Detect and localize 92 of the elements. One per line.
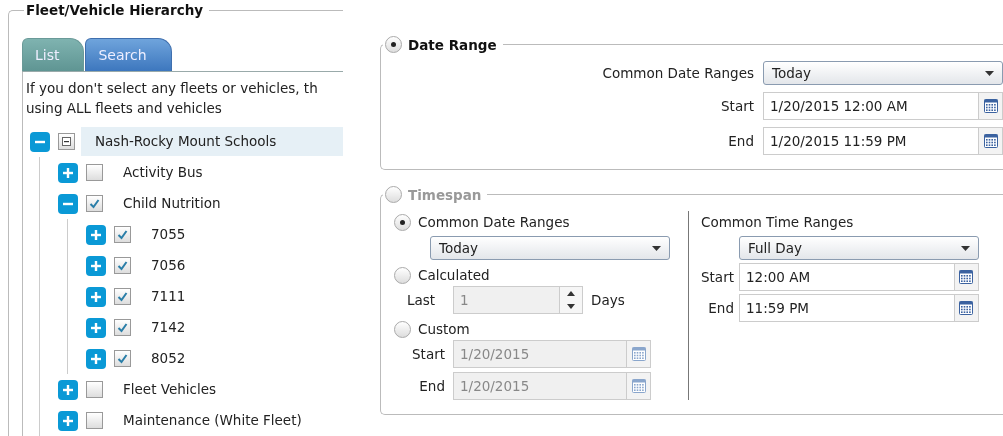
checkbox[interactable] — [114, 288, 131, 305]
calendar-icon — [631, 347, 646, 361]
checkbox[interactable] — [114, 226, 131, 243]
calendar-button[interactable] — [954, 295, 978, 321]
option-label: Calculated — [418, 267, 490, 283]
caret-icon — [652, 245, 661, 251]
field-label: Common Date Ranges — [601, 65, 754, 81]
checkbox[interactable] — [86, 381, 103, 398]
expand-button[interactable] — [86, 348, 106, 369]
field-label: Common Time Ranges — [701, 213, 855, 232]
collapse-button[interactable] — [58, 193, 78, 214]
field-label: End — [418, 378, 445, 394]
notice-text: using ALL fleets and vehicles — [26, 99, 223, 118]
down-arrow-icon — [567, 304, 575, 309]
tree-item[interactable]: Fleet Vehicles — [109, 375, 231, 404]
tree-item[interactable]: 7055 — [137, 220, 200, 249]
plus-icon — [90, 228, 102, 241]
tree-item[interactable]: Maintenance (White Fleet) — [109, 406, 316, 435]
tree-item[interactable]: 7056 — [137, 251, 200, 280]
radio-button[interactable] — [394, 266, 411, 284]
radio-button[interactable] — [394, 213, 411, 231]
expand-button[interactable] — [86, 317, 106, 338]
expand-button[interactable] — [86, 286, 106, 307]
checkbox[interactable] — [114, 257, 131, 274]
calendar-button[interactable] — [978, 93, 1002, 119]
radio-button[interactable] — [385, 186, 402, 203]
field-label: End — [727, 133, 754, 149]
section-title: Timespan — [408, 186, 482, 203]
field-label: End — [707, 300, 734, 316]
option-label: Custom — [418, 321, 470, 337]
field-label: Start — [701, 269, 734, 285]
plus-icon — [90, 321, 102, 334]
checkbox[interactable] — [114, 350, 131, 367]
expand-button[interactable] — [58, 379, 78, 400]
expand-button[interactable] — [86, 255, 106, 276]
plus-icon — [62, 414, 74, 427]
checkbox[interactable] — [86, 412, 103, 429]
field-label: Days — [591, 292, 625, 308]
dropdown[interactable]: Today — [430, 236, 670, 260]
tree-item[interactable]: 7142 — [137, 313, 200, 342]
field-label: Start — [720, 98, 754, 114]
date-field[interactable]: 1/20/2015 11:59 PM — [763, 127, 1003, 155]
indeterminate-icon — [62, 137, 71, 146]
calendar-icon — [959, 301, 974, 315]
expand-button[interactable] — [58, 410, 78, 431]
checkbox[interactable] — [58, 133, 75, 150]
caret-icon — [985, 70, 994, 76]
collapse-button[interactable] — [30, 131, 50, 152]
field-label: Start — [411, 346, 445, 362]
calendar-icon — [631, 379, 646, 393]
tree-item[interactable]: Activity Bus — [109, 158, 217, 187]
date-field[interactable]: 12:00 AM — [739, 263, 979, 291]
calendar-icon — [983, 134, 998, 148]
up-arrow-icon — [567, 291, 575, 296]
check-icon — [117, 229, 128, 240]
plus-icon — [90, 290, 102, 303]
plus-icon — [62, 383, 74, 396]
section-title: Date Range — [408, 36, 497, 53]
tree-item[interactable]: Nash-Rocky Mount Schools — [81, 127, 343, 156]
date-field[interactable]: 11:59 PM — [739, 294, 979, 322]
tree-item[interactable]: 7111 — [137, 282, 200, 311]
increment-button[interactable] — [560, 287, 582, 300]
radio-button[interactable] — [394, 320, 411, 338]
check-icon — [117, 322, 128, 333]
expand-button[interactable] — [58, 162, 78, 183]
radio-button[interactable] — [385, 36, 402, 53]
dropdown[interactable]: Today — [763, 61, 1003, 85]
date-field[interactable]: 1/20/2015 12:00 AM — [763, 92, 1003, 120]
check-icon — [89, 198, 100, 209]
option-label: Common Date Ranges — [418, 214, 570, 230]
plus-icon — [62, 166, 74, 179]
expand-button[interactable] — [86, 224, 106, 245]
plus-icon — [90, 352, 102, 365]
field-label: Last — [407, 292, 437, 308]
section-title: Fleet/Vehicle Hierarchy — [26, 2, 204, 18]
notice-text: If you don't select any fleets or vehicles, th — [26, 79, 319, 98]
check-icon — [117, 260, 128, 271]
checkbox[interactable] — [86, 164, 103, 181]
dropdown[interactable]: Full Day — [739, 236, 979, 260]
calendar-icon — [959, 270, 974, 284]
tree-item[interactable]: 8052 — [137, 344, 200, 373]
caret-icon — [961, 245, 970, 251]
checkbox[interactable] — [114, 319, 131, 336]
calendar-button[interactable] — [954, 264, 978, 290]
plus-icon — [90, 259, 102, 272]
calendar-button[interactable] — [978, 128, 1002, 154]
calendar-icon — [983, 99, 998, 113]
checkbox[interactable] — [86, 195, 103, 212]
decrement-button[interactable] — [560, 300, 582, 313]
check-icon — [117, 291, 128, 302]
tree-item[interactable]: Child Nutrition — [109, 189, 235, 218]
check-icon — [117, 353, 128, 364]
